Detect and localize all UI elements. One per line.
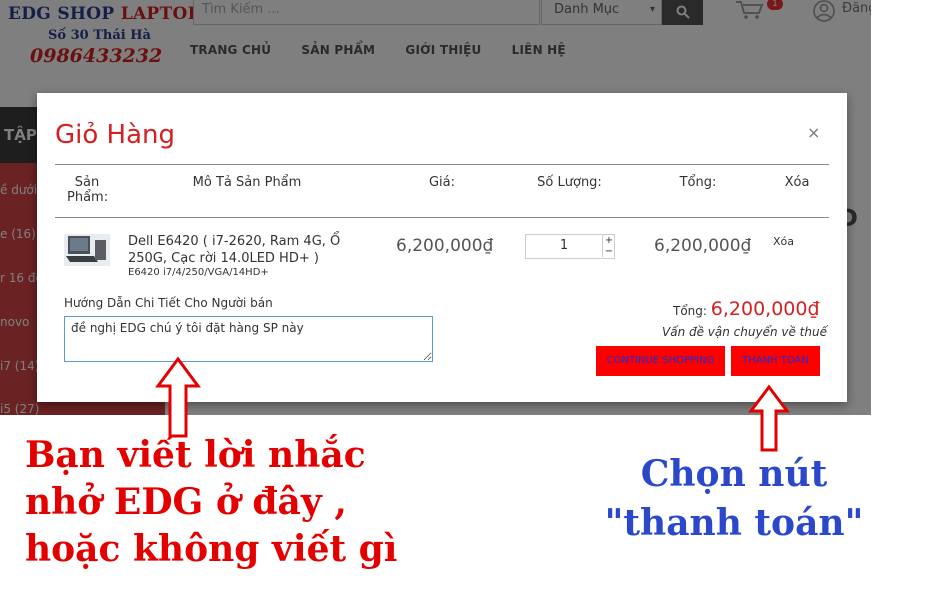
annotation-left: Bạn viết lời nhắc nhở EDG ở đây , hoặc k…: [25, 432, 397, 573]
column-header-remove: Xóa: [784, 175, 810, 190]
arrow-up-icon: [748, 384, 790, 452]
annotation-line: Bạn viết lời nhắc: [25, 434, 366, 476]
cart-total-amount: 6,200,000₫: [710, 298, 820, 320]
quantity-input[interactable]: 1: [526, 238, 602, 253]
column-header-total: Tổng:: [679, 175, 717, 190]
divider: [55, 164, 829, 165]
seller-note-textarea[interactable]: đề nghị EDG chú ý tôi đặt hàng SP này: [64, 316, 433, 362]
modal-title: Giỏ Hàng: [55, 120, 176, 150]
cart-total-label: Tổng:: [673, 304, 707, 318]
cart-total: Tổng: 6,200,000₫: [673, 298, 820, 320]
annotation-line: "thanh toán": [604, 502, 864, 544]
annotation-line: Chọn nút: [640, 453, 828, 495]
product-name[interactable]: Dell E6420 ( i7-2620, Ram 4G, Ổ 250G, Cạ…: [128, 233, 368, 267]
laptop-image: [66, 236, 106, 262]
shipping-note: Vấn đề vận chuyển về thuế: [662, 325, 827, 339]
quantity-decrease-button[interactable]: −: [602, 246, 615, 257]
checkout-button[interactable]: THANH TOÁN: [731, 346, 820, 376]
annotation-line: hoặc không viết gì: [25, 528, 398, 570]
note-label: Hướng Dẫn Chi Tiết Cho Người bán: [64, 296, 273, 310]
continue-shopping-button[interactable]: CONTINUE SHOPPING: [596, 346, 725, 376]
quantity-increase-button[interactable]: +: [602, 235, 615, 246]
line-total: 6,200,000₫: [654, 236, 752, 256]
column-header-quantity: Số Lượng:: [537, 175, 602, 190]
annotation-line: nhở EDG ở đây ,: [25, 481, 347, 523]
product-sku: E6420 i7/4/250/VGA/14HD+: [128, 267, 269, 278]
column-header-product: Sản Phẩm:: [67, 175, 109, 205]
quantity-stepper[interactable]: 1 + −: [525, 234, 615, 259]
divider: [55, 217, 829, 218]
product-price: 6,200,000₫: [396, 236, 494, 256]
close-icon[interactable]: ×: [807, 123, 820, 142]
column-header-description: Mô Tả Sản Phẩm: [192, 175, 302, 190]
product-thumbnail[interactable]: [64, 234, 110, 266]
arrow-up-icon: [155, 356, 201, 438]
annotation-right: Chọn nút "thanh toán": [596, 450, 872, 548]
column-header-price: Giá:: [428, 175, 456, 190]
remove-item-link[interactable]: Xóa: [773, 235, 794, 248]
